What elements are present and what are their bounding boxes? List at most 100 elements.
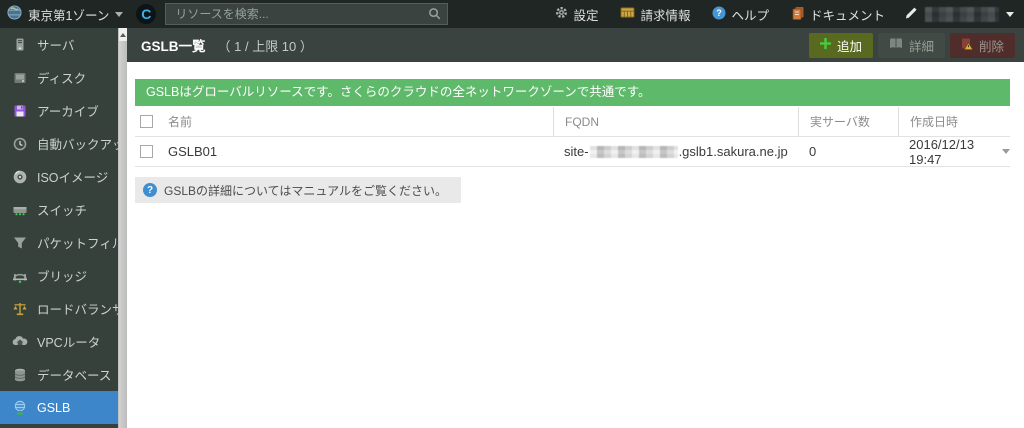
menu-settings-label: 設定 — [573, 8, 599, 23]
delete-warning-icon — [961, 38, 974, 53]
add-button-label: 追加 — [836, 39, 862, 54]
sidebar-item-auto-backup[interactable]: 自動バックアップ — [0, 127, 137, 160]
column-header-fqdn: FQDN — [553, 107, 798, 136]
page-body: サーバ ディスク アーカイブ 自動バックアップ ISOイメージ スイッチ パケッ… — [0, 28, 1024, 428]
gslb-globe-icon — [12, 400, 28, 416]
main-panel: GSLB一覧 （ 1 / 上限 10 ） 追加 詳細 削除 GSLBはグローバル… — [127, 28, 1024, 428]
sidebar-item-load-balancer[interactable]: ロードバランサ — [0, 292, 125, 325]
menu-help[interactable]: ? ヘルプ — [701, 5, 780, 24]
add-button[interactable]: 追加 — [808, 32, 873, 58]
main-header: GSLB一覧 （ 1 / 上限 10 ） 追加 詳細 削除 — [127, 28, 1024, 62]
column-header-name: 名前 — [168, 115, 193, 129]
header-actions: 追加 詳細 削除 — [808, 32, 1015, 58]
menu-documents[interactable]: ドキュメント — [780, 5, 896, 24]
zone-selector[interactable]: 東京第1ゾーン — [0, 5, 133, 24]
sidebar-item-label: サーバ — [37, 39, 75, 53]
row-fqdn: site- .gslb1.sakura.ne.jp — [553, 137, 798, 166]
sidebar-item-archive[interactable]: アーカイブ — [0, 94, 118, 127]
column-header-servers: 実サーバ数 — [798, 107, 898, 136]
sidebar-item-disk[interactable]: ディスク — [0, 61, 118, 94]
sidebar-item-label: ロードバランサ — [37, 303, 125, 317]
sidebar-item-label: GSLB — [37, 400, 71, 415]
global-resource-notice: GSLBはグローバルリソースです。さくらのクラウドの全ネットワークゾーンで共通で… — [135, 79, 1010, 106]
archive-icon — [12, 103, 28, 119]
search-icon[interactable] — [428, 7, 441, 23]
sidebar-item-label: VPCルータ — [37, 336, 101, 350]
row-menu-chevron-icon[interactable] — [1002, 149, 1010, 154]
help-icon: ? — [712, 6, 726, 23]
fqdn-prefix: site- — [564, 144, 589, 159]
detail-button[interactable]: 詳細 — [877, 32, 945, 58]
account-menu[interactable] — [896, 6, 1024, 23]
sidebar-scrollbar[interactable] — [118, 28, 127, 428]
sidebar-item-packet-filter[interactable]: パケットフィルタ — [0, 226, 137, 259]
menu-settings[interactable]: 設定 — [544, 5, 609, 24]
fqdn-redacted — [589, 145, 678, 158]
plus-icon — [819, 38, 831, 52]
sidebar-item-bridge[interactable]: ブリッジ — [0, 259, 118, 292]
row-name: GSLB01 — [168, 144, 218, 159]
sidebar-item-label: ISOイメージ — [37, 171, 109, 185]
disk-icon — [12, 70, 28, 86]
gslb-table: 名前 FQDN 実サーバ数 作成日時 GSLB01 site- .gslb1.sa… — [135, 107, 1010, 167]
menu-documents-label: ドキュメント — [809, 8, 885, 23]
packet-filter-icon — [12, 235, 28, 251]
chevron-down-icon — [115, 11, 124, 17]
delete-button-label: 削除 — [978, 39, 1004, 54]
sidebar-item-vpc-router[interactable]: VPCルータ — [0, 325, 118, 358]
backup-clock-icon — [12, 136, 28, 152]
detail-button-label: 詳細 — [908, 39, 934, 54]
sidebar-item-database[interactable]: データベース — [0, 358, 118, 391]
column-header-created: 作成日時 — [898, 107, 1010, 136]
resource-search — [165, 3, 449, 25]
sidebar-item-label: ブリッジ — [37, 270, 88, 284]
billing-icon — [620, 6, 635, 22]
menu-billing-label: 請求情報 — [640, 8, 691, 23]
book-icon — [889, 38, 903, 52]
manual-help-note: ? GSLBの詳細についてはマニュアルをご覧ください。 — [135, 177, 462, 203]
delete-button[interactable]: 削除 — [949, 32, 1015, 58]
table-header-row: 名前 FQDN 実サーバ数 作成日時 — [135, 107, 1010, 137]
bridge-icon — [12, 268, 28, 284]
server-icon — [12, 37, 28, 53]
scroll-up-icon — [120, 32, 126, 37]
pencil-icon — [904, 6, 918, 23]
sidebar-item-iso-image[interactable]: ISOイメージ — [0, 160, 118, 193]
fqdn-suffix: .gslb1.sakura.ne.jp — [678, 144, 788, 159]
cloud-logo[interactable]: C — [136, 4, 157, 24]
main-content: GSLBはグローバルリソースです。さくらのクラウドの全ネットワークゾーンで共通で… — [127, 62, 1024, 203]
sidebar-item-label: アーカイブ — [37, 105, 99, 119]
scrollbar-up-button[interactable] — [119, 28, 127, 41]
iso-disc-icon — [12, 169, 28, 185]
gear-icon — [555, 6, 568, 22]
sidebar-item-label: スイッチ — [37, 204, 88, 218]
menu-billing[interactable]: 請求情報 — [609, 5, 701, 24]
topbar: 東京第1ゾーン C 設定 請求情報 ? ヘルプ ドキュメント — [0, 0, 1024, 28]
globe-icon — [7, 5, 22, 23]
resource-count: （ 1 / 上限 10 ） — [217, 38, 313, 54]
select-all-checkbox[interactable] — [140, 115, 153, 128]
created-value: 2016/12/13 19:47 — [909, 136, 975, 167]
zone-label: 東京第1ゾーン — [28, 8, 110, 23]
database-icon — [12, 367, 28, 383]
account-chevron-down-icon — [1006, 11, 1014, 17]
row-created: 2016/12/13 19:47 — [898, 136, 1010, 167]
search-input[interactable] — [165, 3, 449, 25]
sidebar-item-gslb[interactable]: GSLB — [0, 391, 118, 424]
question-icon: ? — [143, 183, 157, 197]
menu-help-label: ヘルプ — [731, 8, 769, 23]
sidebar-item-server[interactable]: サーバ — [0, 28, 118, 61]
vpc-router-icon — [12, 334, 28, 350]
page-title: GSLB一覧 — [141, 39, 206, 54]
account-name-redacted — [925, 6, 999, 22]
table-row[interactable]: GSLB01 site- .gslb1.sakura.ne.jp 0 2016/1… — [135, 137, 1010, 167]
scrollbar-thumb[interactable] — [119, 41, 127, 428]
switch-icon — [12, 202, 28, 218]
svg-text:?: ? — [717, 8, 723, 18]
sidebar-item-label: ディスク — [37, 72, 87, 86]
sidebar-item-switch[interactable]: スイッチ — [0, 193, 118, 226]
row-checkbox[interactable] — [140, 145, 153, 158]
document-icon — [791, 6, 805, 23]
manual-help-text: GSLBの詳細についてはマニュアルをご覧ください。 — [164, 183, 448, 198]
sidebar-item-label: データベース — [37, 369, 112, 383]
